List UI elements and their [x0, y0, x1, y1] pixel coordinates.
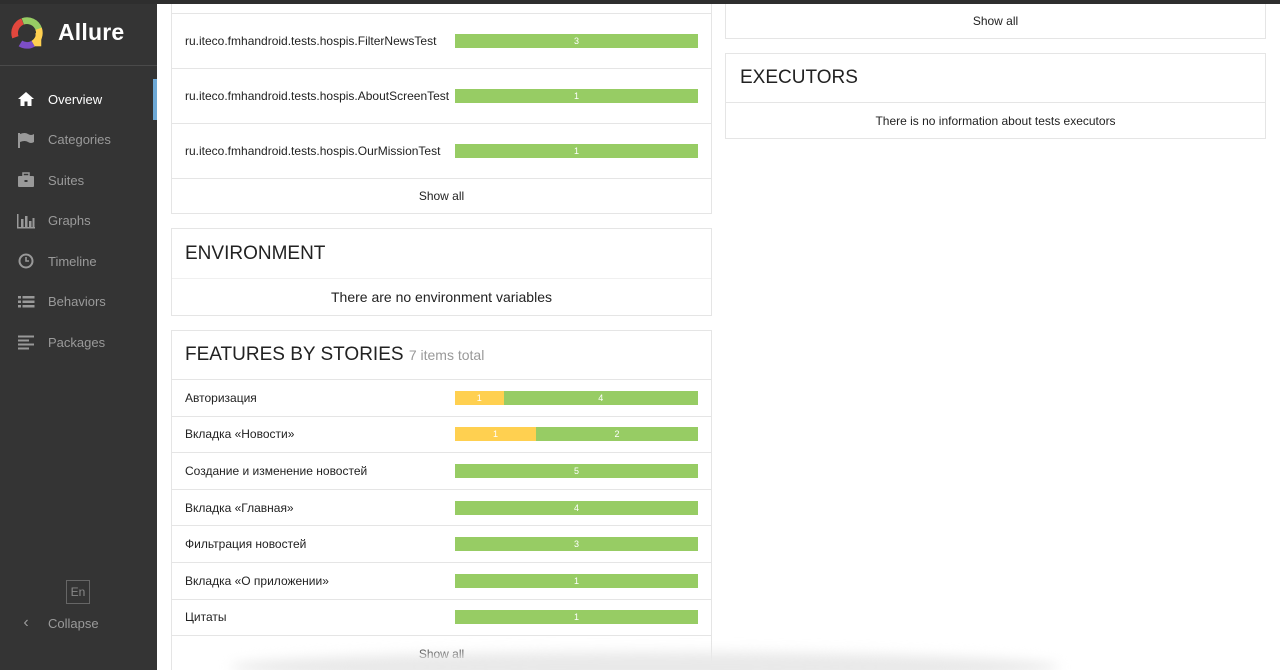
- sidebar-item-label: Timeline: [48, 253, 97, 269]
- suite-name: ru.iteco.fmhandroid.tests.hospis.FilterN…: [185, 34, 437, 48]
- panel-title-text: FEATURES BY STORIES: [185, 344, 404, 365]
- sidebar-item-label: Behaviors: [48, 294, 106, 310]
- home-icon: [16, 89, 36, 109]
- broken-segment: 1: [455, 427, 536, 442]
- table-row[interactable]: Авторизация 1 4: [172, 380, 711, 417]
- table-row[interactable]: Фильтрация новостей 3: [172, 526, 711, 563]
- chevron-left-icon: ‹: [23, 614, 29, 631]
- sidebar: Allure Overview Categories Suites Graphs: [0, 0, 157, 670]
- status-bar: 1: [455, 144, 698, 158]
- feature-name: Фильтрация новостей: [185, 537, 307, 552]
- collapse-label: Collapse: [48, 615, 99, 631]
- panel-title: EXECUTORS: [740, 67, 858, 88]
- passed-segment: 5: [455, 463, 698, 478]
- status-bar: 1: [455, 610, 698, 625]
- passed-segment: 1: [455, 573, 698, 588]
- status-bar: 3: [455, 537, 698, 552]
- passed-segment: 3: [455, 537, 698, 552]
- app-name: Allure: [58, 19, 125, 45]
- passed-segment: 1: [455, 89, 698, 103]
- environment-widget: ENVIRONMENT There are no environment var…: [171, 228, 712, 316]
- table-row[interactable]: Цитаты 1: [172, 600, 711, 637]
- flag-icon: [16, 130, 36, 150]
- passed-segment: 1: [455, 144, 698, 158]
- items-count: 7 items total: [408, 347, 485, 363]
- list-icon: [16, 292, 36, 312]
- feature-name: Создание и изменение новостей: [185, 463, 368, 478]
- show-all-button[interactable]: Show all: [172, 179, 711, 214]
- allure-logo-icon: [11, 16, 43, 49]
- status-bar: 1: [455, 573, 698, 588]
- features-widget: FEATURES BY STORIES 7 items total Автори…: [171, 330, 712, 670]
- table-row[interactable]: ru.iteco.fmhandroid.tests.hospis.FilterN…: [172, 14, 711, 69]
- sidebar-item-label: Graphs: [48, 213, 91, 229]
- top-border: [0, 0, 1280, 4]
- sidebar-item-label: Overview: [48, 91, 103, 107]
- right-top-widget: Show all: [725, 0, 1266, 39]
- briefcase-icon: [16, 170, 36, 190]
- sidebar-item-categories[interactable]: Categories: [0, 120, 157, 161]
- clock-icon: [16, 251, 36, 271]
- suites-widget: ru.iteco.fmhandroid.tests.hospis.FilterN…: [171, 0, 712, 214]
- feature-name: Вкладка «Новости»: [185, 427, 295, 442]
- sidebar-item-label: Categories: [48, 132, 111, 148]
- table-row[interactable]: ru.iteco.fmhandroid.tests.hospis.AboutSc…: [172, 69, 711, 124]
- empty-message: There is no information about tests exec…: [875, 114, 1116, 128]
- sidebar-item-label: Packages: [48, 334, 106, 350]
- sidebar-item-behaviors[interactable]: Behaviors: [0, 282, 157, 323]
- panel-title: FEATURES BY STORIES 7 items total: [185, 344, 484, 366]
- suite-name: ru.iteco.fmhandroid.tests.hospis.OurMiss…: [185, 144, 441, 158]
- passed-segment: 1: [455, 610, 698, 625]
- passed-segment: 2: [536, 427, 698, 442]
- feature-name: Вкладка «Главная»: [185, 500, 294, 515]
- feature-name: Авторизация: [185, 390, 257, 405]
- sidebar-item-timeline[interactable]: Timeline: [0, 241, 157, 282]
- brand[interactable]: Allure: [0, 0, 157, 66]
- sidebar-nav: Overview Categories Suites Graphs Timeli…: [0, 79, 157, 363]
- table-row[interactable]: ru.iteco.fmhandroid.tests.hospis.OurMiss…: [172, 124, 711, 179]
- align-left-icon: [16, 332, 36, 352]
- feature-name: Вкладка «О приложении»: [185, 573, 329, 588]
- sidebar-item-label: Suites: [48, 172, 85, 188]
- collapse-button[interactable]: ‹ Collapse: [16, 614, 99, 632]
- sidebar-item-graphs[interactable]: Graphs: [0, 201, 157, 242]
- sidebar-item-suites[interactable]: Suites: [0, 160, 157, 201]
- status-bar: 1 4: [455, 390, 698, 405]
- suite-name: ru.iteco.fmhandroid.tests.hospis.AboutSc…: [185, 89, 450, 103]
- table-row[interactable]: Создание и изменение новостей 5: [172, 453, 711, 490]
- sidebar-item-overview[interactable]: Overview: [0, 79, 157, 120]
- status-bar: 3: [455, 34, 698, 48]
- panel-header: EXECUTORS: [726, 54, 1265, 103]
- panel-header: FEATURES BY STORIES 7 items total: [172, 331, 711, 380]
- empty-message: There are no environment variables: [330, 289, 552, 305]
- table-row[interactable]: Вкладка «Новости» 1 2: [172, 417, 711, 454]
- panel-header: ENVIRONMENT: [172, 229, 711, 279]
- passed-segment: 4: [503, 390, 698, 405]
- bar-chart-icon: [16, 211, 36, 231]
- table-row[interactable]: Вкладка «Главная» 4: [172, 490, 711, 527]
- show-all-button[interactable]: Show all: [726, 0, 1265, 40]
- panel-title: ENVIRONMENT: [185, 242, 326, 264]
- sidebar-item-packages[interactable]: Packages: [0, 322, 157, 363]
- table-row[interactable]: Вкладка «О приложении» 1: [172, 563, 711, 600]
- executors-widget: EXECUTORS There is no information about …: [725, 53, 1266, 139]
- status-bar: 5: [455, 463, 698, 478]
- status-bar: 1: [455, 89, 698, 103]
- status-bar: 1 2: [455, 427, 698, 442]
- passed-segment: 4: [455, 500, 698, 515]
- status-bar: 4: [455, 500, 698, 515]
- broken-segment: 1: [455, 390, 504, 405]
- language-switch[interactable]: En: [66, 580, 90, 604]
- passed-segment: 3: [455, 34, 698, 48]
- feature-name: Цитаты: [185, 610, 227, 625]
